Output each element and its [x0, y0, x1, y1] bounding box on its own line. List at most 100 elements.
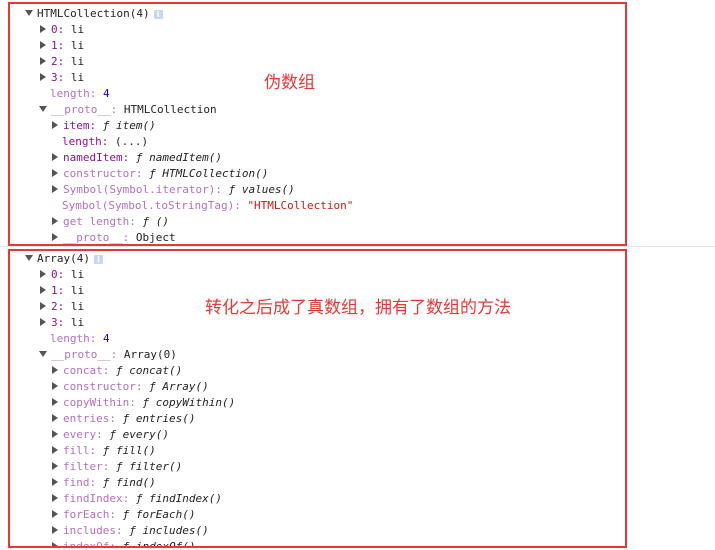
- array-method-row[interactable]: every: ƒ every(): [51, 427, 169, 443]
- expand-right-icon[interactable]: [52, 542, 58, 546]
- expand-right-icon[interactable]: [40, 302, 46, 310]
- separator: :: [57, 300, 71, 313]
- expand-right-icon[interactable]: [52, 185, 58, 193]
- annotation-fake-array: 伪数组: [264, 73, 315, 93]
- expand-right-icon[interactable]: [52, 510, 58, 518]
- expand-right-icon[interactable]: [52, 526, 58, 534]
- proto-method-row[interactable]: constructor: ƒ HTMLCollection(): [51, 166, 268, 182]
- array-method-row[interactable]: concat: ƒ concat(): [51, 363, 182, 379]
- method-key: filter: [63, 460, 103, 473]
- console-divider: [0, 246, 715, 247]
- proto-method-row[interactable]: Symbol(Symbol.iterator): ƒ values(): [51, 182, 295, 198]
- expand-down-icon[interactable]: [39, 351, 47, 357]
- htmlcollection-header[interactable]: HTMLCollection(4) i: [25, 6, 163, 22]
- array-item-row[interactable]: 2: li: [39, 299, 84, 315]
- length-row: length: 4: [50, 86, 110, 102]
- array-header[interactable]: Array(4) i: [25, 251, 103, 267]
- array-method-row[interactable]: filter: ƒ filter(): [51, 459, 182, 475]
- method-value: ƒ findIndex(): [135, 492, 222, 505]
- expand-down-icon[interactable]: [25, 255, 33, 261]
- array-method-row[interactable]: findIndex: ƒ findIndex(): [51, 491, 222, 507]
- array-method-row[interactable]: constructor: ƒ Array(): [51, 379, 209, 395]
- expand-right-icon[interactable]: [40, 57, 46, 65]
- expand-right-icon[interactable]: [52, 446, 58, 454]
- separator: :: [122, 151, 136, 164]
- expand-right-icon[interactable]: [52, 430, 58, 438]
- collection-item-row[interactable]: 2: li: [39, 54, 84, 70]
- collection-item-row[interactable]: 3: li: [39, 70, 84, 86]
- expand-right-icon[interactable]: [52, 414, 58, 422]
- string-value: "HTMLCollection": [247, 199, 354, 212]
- array-method-row[interactable]: forEach: ƒ forEach(): [51, 507, 195, 523]
- expand-right-icon[interactable]: [52, 462, 58, 470]
- expand-right-icon[interactable]: [52, 121, 58, 129]
- lazy-value[interactable]: (...): [115, 135, 148, 148]
- expand-right-icon[interactable]: [52, 366, 58, 374]
- collection-item-row[interactable]: 1: li: [39, 38, 84, 54]
- proto-method-row[interactable]: item: ƒ item(): [51, 118, 156, 134]
- length-key: length: [50, 87, 90, 100]
- separator: :: [57, 55, 71, 68]
- method-value: ƒ (): [142, 215, 169, 228]
- separator: :: [57, 284, 71, 297]
- expand-right-icon[interactable]: [52, 233, 58, 241]
- separator: :: [234, 199, 248, 212]
- separator: :: [135, 167, 150, 180]
- expand-right-icon[interactable]: [52, 153, 58, 161]
- proto-getter-row[interactable]: length: (...): [62, 134, 148, 150]
- expand-right-icon[interactable]: [52, 478, 58, 486]
- expand-right-icon[interactable]: [40, 25, 46, 33]
- array-method-row[interactable]: find: ƒ find(): [51, 475, 156, 491]
- array-method-row[interactable]: copyWithin: ƒ copyWithin(): [51, 395, 235, 411]
- array-item-row[interactable]: 0: li: [39, 267, 84, 283]
- array-method-row[interactable]: fill: ƒ fill(): [51, 443, 156, 459]
- method-key: Symbol(Symbol.iterator): [63, 183, 216, 196]
- proto-method-row[interactable]: namedItem: ƒ namedItem(): [51, 150, 222, 166]
- method-key: find: [63, 476, 90, 489]
- item-value: li: [70, 39, 85, 52]
- method-value: ƒ forEach(): [122, 508, 196, 521]
- method-value: ƒ every(): [109, 428, 169, 441]
- array-item-row[interactable]: 3: li: [39, 315, 84, 331]
- item-key: 0: [51, 268, 58, 281]
- info-icon[interactable]: i: [93, 254, 103, 264]
- info-icon[interactable]: i: [153, 9, 163, 19]
- proto-row[interactable]: __proto__: HTMLCollection: [39, 102, 217, 118]
- separator: :: [57, 71, 71, 84]
- proto-row[interactable]: __proto__: Array(0): [39, 347, 177, 363]
- collection-item-row[interactable]: 0: li: [39, 22, 84, 38]
- array-method-row[interactable]: indexOf: ƒ indexOf(): [51, 539, 195, 546]
- array-method-row[interactable]: includes: ƒ includes(): [51, 523, 209, 539]
- expand-right-icon[interactable]: [40, 270, 46, 278]
- expand-right-icon[interactable]: [40, 286, 46, 294]
- separator: :: [89, 476, 103, 489]
- method-value: ƒ fill(): [102, 444, 156, 457]
- method-value: ƒ entries(): [122, 412, 196, 425]
- proto-key: __proto__: [51, 348, 111, 361]
- expand-right-icon[interactable]: [52, 169, 58, 177]
- expand-right-icon[interactable]: [40, 73, 46, 81]
- expand-right-icon[interactable]: [52, 382, 58, 390]
- item-key: 2: [51, 55, 58, 68]
- item-value: li: [70, 284, 85, 297]
- method-key: findIndex: [63, 492, 123, 505]
- expand-right-icon[interactable]: [52, 494, 58, 502]
- expand-right-icon[interactable]: [52, 217, 58, 225]
- proto-method-row[interactable]: __proto__: Object: [51, 230, 176, 244]
- array-item-row[interactable]: 1: li: [39, 283, 84, 299]
- separator: :: [135, 380, 150, 393]
- array-method-row[interactable]: entries: ƒ entries(): [51, 411, 195, 427]
- separator: :: [109, 412, 123, 425]
- separator: :: [109, 508, 123, 521]
- expand-right-icon[interactable]: [40, 318, 46, 326]
- method-key: concat: [63, 364, 103, 377]
- expand-down-icon[interactable]: [25, 10, 33, 16]
- expand-right-icon[interactable]: [40, 41, 46, 49]
- proto-method-row[interactable]: get length: ƒ (): [51, 214, 169, 230]
- method-key: constructor: [63, 167, 136, 180]
- item-value: li: [70, 268, 85, 281]
- expand-right-icon[interactable]: [52, 398, 58, 406]
- item-key: 3: [51, 316, 58, 329]
- separator: :: [89, 332, 103, 345]
- expand-down-icon[interactable]: [39, 106, 47, 112]
